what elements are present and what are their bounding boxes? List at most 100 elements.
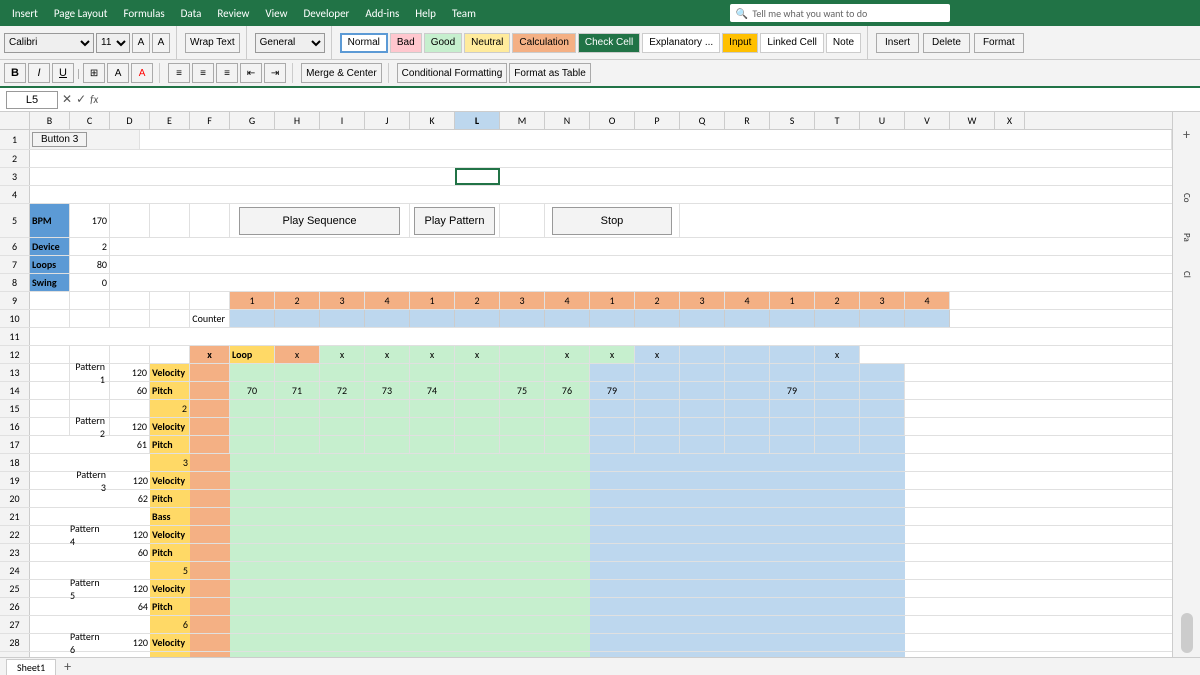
style-normal-button[interactable]: Normal (340, 33, 388, 53)
row-num-1: 1 (0, 130, 30, 149)
tab-add-ins[interactable]: Add-ins (357, 3, 407, 24)
col-header-o: O (590, 112, 635, 129)
beat-10: 2 (635, 292, 680, 309)
stop-button[interactable]: Stop (552, 207, 673, 235)
play-sequence-button[interactable]: Play Sequence (239, 207, 400, 235)
merge-center-button[interactable]: Merge & Center (301, 63, 382, 83)
col-header-n: N (545, 112, 590, 129)
col-header-p: P (635, 112, 680, 129)
col-header-q: Q (680, 112, 725, 129)
align-left-button[interactable]: ≡ (168, 63, 190, 83)
counter-label: Counter (190, 310, 230, 327)
beat-2: 2 (275, 292, 320, 309)
size-select[interactable]: 11 (96, 33, 130, 53)
border-button[interactable]: ⊞ (83, 63, 105, 83)
align-right-button[interactable]: ≡ (216, 63, 238, 83)
decrease-font-button[interactable]: A (152, 33, 170, 53)
cell-c8-swing-val[interactable]: 0 (70, 274, 110, 291)
cell-c5[interactable]: 170 (70, 204, 110, 237)
col-header-j: J (365, 112, 410, 129)
style-good-button[interactable]: Good (424, 33, 462, 53)
confirm-icon[interactable]: ✓ (76, 92, 86, 107)
align-center-button[interactable]: ≡ (192, 63, 214, 83)
function-icon[interactable]: fx (90, 93, 98, 106)
row-num-10: 10 (0, 310, 30, 327)
fill-color-button[interactable]: A (107, 63, 129, 83)
format-button[interactable]: Format (974, 33, 1024, 53)
row-num-5: 5 (0, 204, 30, 237)
cell-b8-swing[interactable]: Swing (30, 274, 70, 291)
formula-input[interactable] (102, 94, 1194, 106)
delete-button[interactable]: Delete (923, 33, 970, 53)
pattern1-label: Pattern 1 (70, 364, 110, 381)
search-icon: 🔍 (736, 7, 748, 20)
button3[interactable]: Button 3 (32, 132, 87, 147)
beat-5: 1 (410, 292, 455, 309)
add-sheet-button[interactable]: + (60, 658, 75, 675)
col-header-c: C (70, 112, 110, 129)
beat-9: 1 (590, 292, 635, 309)
tab-developer[interactable]: Developer (295, 3, 357, 24)
number-format-select[interactable]: General (255, 33, 325, 53)
underline-button[interactable]: U (52, 63, 74, 83)
beat-15: 3 (860, 292, 905, 309)
row-num-9: 9 (0, 292, 30, 309)
tab-view[interactable]: View (257, 3, 295, 24)
tab-help[interactable]: Help (407, 3, 444, 24)
beat-13: 1 (770, 292, 815, 309)
style-linked-cell-button[interactable]: Linked Cell (760, 33, 823, 53)
tab-formulas[interactable]: Formulas (115, 3, 172, 24)
col-header-m: M (500, 112, 545, 129)
row-num-8: 8 (0, 274, 30, 291)
indent-dec-button[interactable]: ⇤ (240, 63, 262, 83)
scrollbar-thumb[interactable] (1181, 613, 1193, 653)
increase-font-button[interactable]: A (132, 33, 150, 53)
format-as-table-button[interactable]: Format as Table (509, 63, 591, 83)
beat-7: 3 (500, 292, 545, 309)
insert-button[interactable]: Insert (876, 33, 919, 53)
cell-c6-device-val[interactable]: 2 (70, 238, 110, 255)
col-header-s: S (770, 112, 815, 129)
style-bad-button[interactable]: Bad (390, 33, 422, 53)
tab-team[interactable]: Team (444, 3, 484, 24)
indent-inc-button[interactable]: ⇥ (264, 63, 286, 83)
beat-6: 2 (455, 292, 500, 309)
row-num-4: 4 (0, 186, 30, 203)
style-check-cell-button[interactable]: Check Cell (578, 33, 640, 53)
tab-data[interactable]: Data (173, 3, 210, 24)
conditional-formatting-button[interactable]: Conditional Formatting (397, 63, 508, 83)
cell-b5[interactable]: BPM (30, 204, 70, 237)
beat-3: 3 (320, 292, 365, 309)
col-header-x: X (995, 112, 1025, 129)
cell-l3-selected[interactable] (455, 168, 500, 185)
sheet-tab[interactable]: Sheet1 (6, 659, 56, 675)
col-header-g: G (230, 112, 275, 129)
cell-c7-loops-val[interactable]: 80 (70, 256, 110, 273)
name-box[interactable] (6, 91, 58, 109)
font-select[interactable]: Calibri (4, 33, 94, 53)
col-header-f: F (190, 112, 230, 129)
wrap-text-button[interactable]: Wrap Text (185, 33, 240, 53)
col-header-k: K (410, 112, 455, 129)
beat-8: 4 (545, 292, 590, 309)
search-label: Tell me what you want to do (752, 7, 867, 20)
beat-14: 2 (815, 292, 860, 309)
style-explanatory-button[interactable]: Explanatory ... (642, 33, 720, 53)
tab-insert[interactable]: Insert (4, 3, 46, 24)
style-neutral-button[interactable]: Neutral (464, 33, 510, 53)
tab-review[interactable]: Review (209, 3, 257, 24)
cancel-icon[interactable]: ✕ (62, 92, 72, 107)
style-note-button[interactable]: Note (826, 33, 861, 53)
cell-b6-device[interactable]: Device (30, 238, 70, 255)
col-header-u: U (860, 112, 905, 129)
style-calculation-button[interactable]: Calculation (512, 33, 575, 53)
bold-button[interactable]: B (4, 63, 26, 83)
style-input-button[interactable]: Input (722, 33, 758, 53)
right-panel-plus[interactable]: + (1183, 126, 1190, 143)
cell-b1[interactable]: Button 3 (30, 130, 140, 149)
italic-button[interactable]: I (28, 63, 50, 83)
font-color-button[interactable]: A (131, 63, 153, 83)
cell-b7-loops[interactable]: Loops (30, 256, 70, 273)
tab-page-layout[interactable]: Page Layout (46, 3, 116, 24)
play-pattern-button[interactable]: Play Pattern (414, 207, 494, 235)
